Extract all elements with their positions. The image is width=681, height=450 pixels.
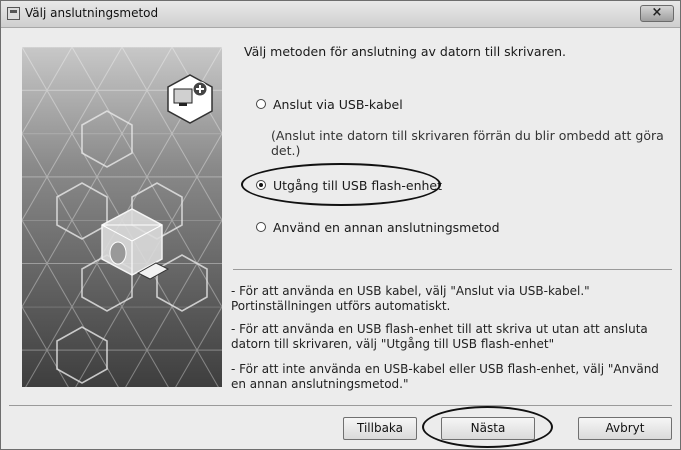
divider-bottom [9, 405, 672, 406]
info-other-method: - För att inte använda en USB-kabel elle… [231, 362, 659, 391]
instruction-text: Välj metoden för anslutning av datorn ti… [244, 44, 567, 59]
radio-other-method[interactable] [256, 222, 266, 232]
info-usb-cable: - För att använda en USB kabel, välj "An… [231, 284, 590, 313]
option-usb-flash-label: Utgång till USB flash-enhet [273, 177, 443, 193]
app-icon [7, 7, 20, 20]
info-usb-flash: - För att använda en USB flash-enhet til… [231, 322, 648, 351]
option-usb-flash[interactable]: Utgång till USB flash-enhet [256, 176, 442, 194]
option-usb-cable-label: Anslut via USB-kabel [273, 96, 403, 112]
side-illustration [22, 47, 222, 387]
dialog-window: Välj anslutningsmetod × Välj metoden för… [0, 0, 681, 450]
option-usb-cable[interactable]: Anslut via USB-kabel [256, 95, 403, 113]
back-button[interactable]: Tillbaka [343, 417, 417, 440]
close-button[interactable]: × [640, 5, 674, 22]
divider-top [233, 269, 672, 270]
title-bar: Välj anslutningsmetod × [1, 1, 680, 28]
next-button[interactable]: Nästa [441, 417, 535, 440]
close-icon: × [651, 5, 663, 20]
option-other-method[interactable]: Använd en annan anslutningsmetod [256, 218, 500, 236]
radio-usb-cable[interactable] [256, 99, 266, 109]
cancel-button[interactable]: Avbryt [578, 417, 672, 440]
option-other-method-label: Använd en annan anslutningsmetod [273, 219, 500, 235]
window-title: Välj anslutningsmetod [25, 6, 159, 20]
usb-cable-note: (Anslut inte datorn till skrivaren förrä… [271, 128, 664, 158]
radio-usb-flash[interactable] [256, 180, 266, 190]
